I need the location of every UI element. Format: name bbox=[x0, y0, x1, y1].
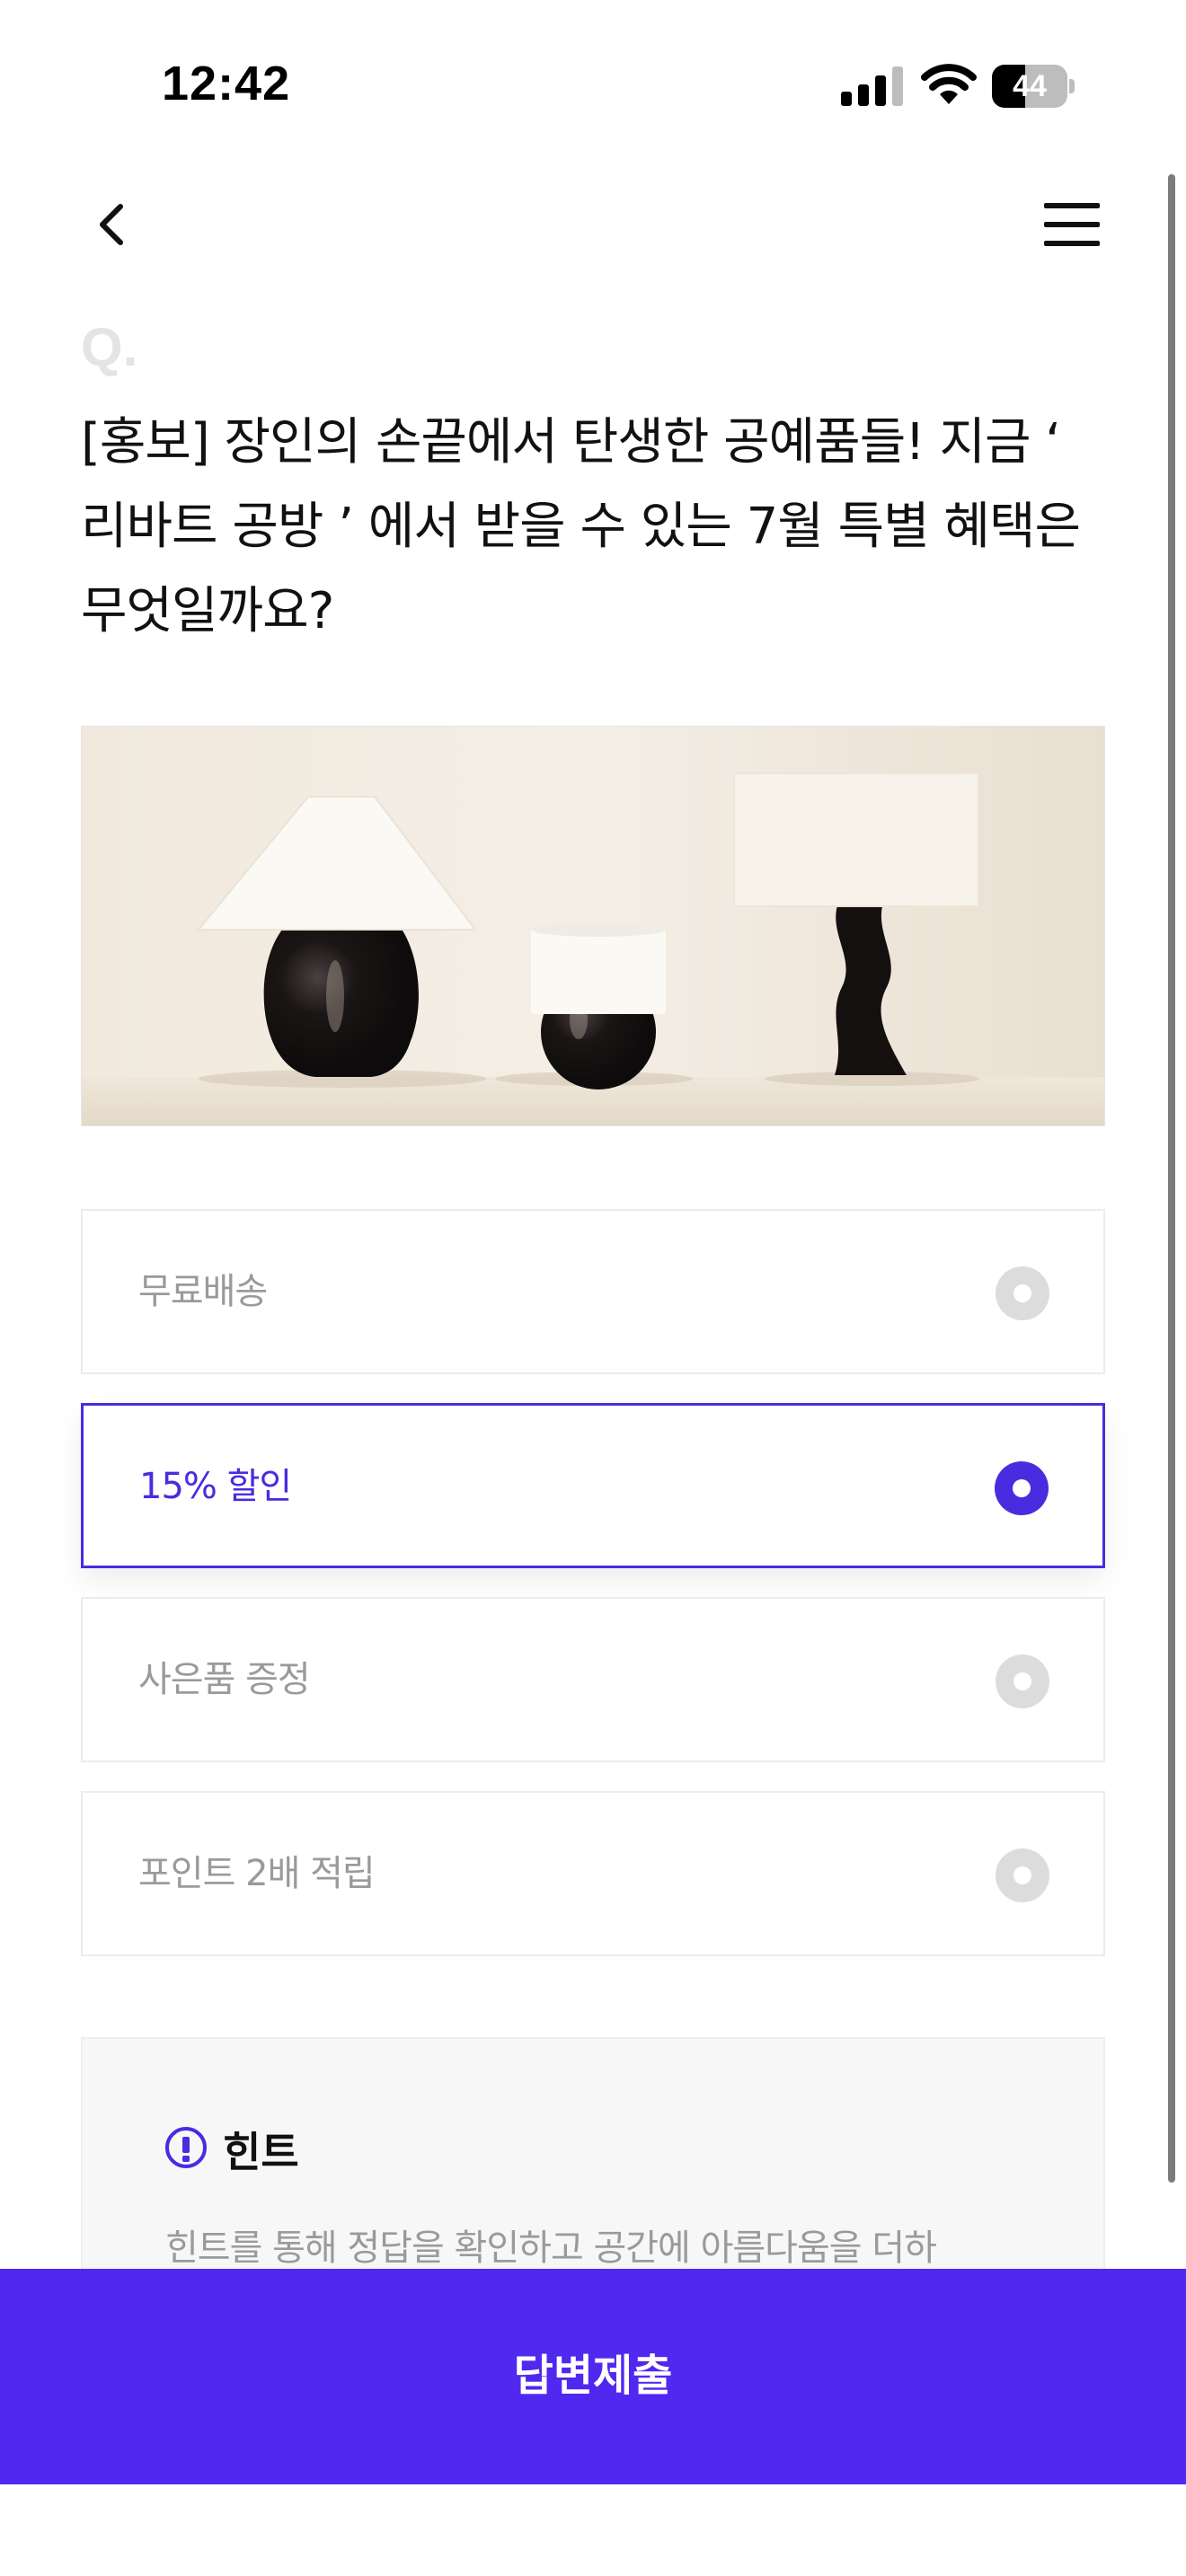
battery-percentage: 44 bbox=[1013, 69, 1047, 103]
answer-option-1[interactable]: 무료배송 bbox=[81, 1209, 1105, 1374]
option-label: 무료배송 bbox=[138, 1271, 268, 1312]
status-bar: 12:42 44 bbox=[0, 0, 1186, 171]
info-icon bbox=[165, 2127, 207, 2168]
question-text: [홍보] 장인의 손끝에서 탄생한 공예품들! 지금 ‘ 리바트 공방 ’ 에서… bbox=[81, 413, 1081, 640]
hint-text: 힌트를 통해 정답을 확인하고 공간에 아름다움을 더하 bbox=[165, 2228, 937, 2269]
back-button[interactable] bbox=[86, 198, 140, 251]
menu-button[interactable] bbox=[1042, 199, 1102, 250]
option-label: 포인트 2배 적립 bbox=[138, 1853, 376, 1894]
radio-button-icon[interactable] bbox=[996, 1848, 1049, 1902]
status-time: 12:42 bbox=[162, 57, 291, 110]
battery-icon: 44 bbox=[992, 65, 1075, 108]
scroll-indicator bbox=[1168, 174, 1175, 2183]
bottom-safe-area bbox=[0, 2484, 1186, 2576]
radio-button-icon[interactable] bbox=[995, 1461, 1049, 1515]
chevron-left-icon bbox=[100, 204, 123, 245]
question-mark-label: Q. bbox=[81, 317, 138, 377]
radio-button-icon[interactable] bbox=[996, 1654, 1049, 1708]
hint-title: 힌트 bbox=[223, 2128, 299, 2176]
answer-option-4[interactable]: 포인트 2배 적립 bbox=[81, 1791, 1105, 1956]
hamburger-menu-icon bbox=[1044, 203, 1100, 246]
option-label: 사은품 증정 bbox=[138, 1659, 311, 1700]
product-image-lamps bbox=[81, 726, 1105, 1126]
answer-option-3[interactable]: 사은품 증정 bbox=[81, 1597, 1105, 1762]
wifi-icon bbox=[920, 63, 978, 106]
option-label: 15% 할인 bbox=[139, 1466, 292, 1507]
answer-option-2[interactable]: 15% 할인 bbox=[81, 1403, 1105, 1568]
submit-answer-button[interactable]: 답변제출 bbox=[0, 2269, 1186, 2484]
radio-button-icon[interactable] bbox=[996, 1266, 1049, 1320]
cellular-signal-icon bbox=[841, 66, 904, 106]
